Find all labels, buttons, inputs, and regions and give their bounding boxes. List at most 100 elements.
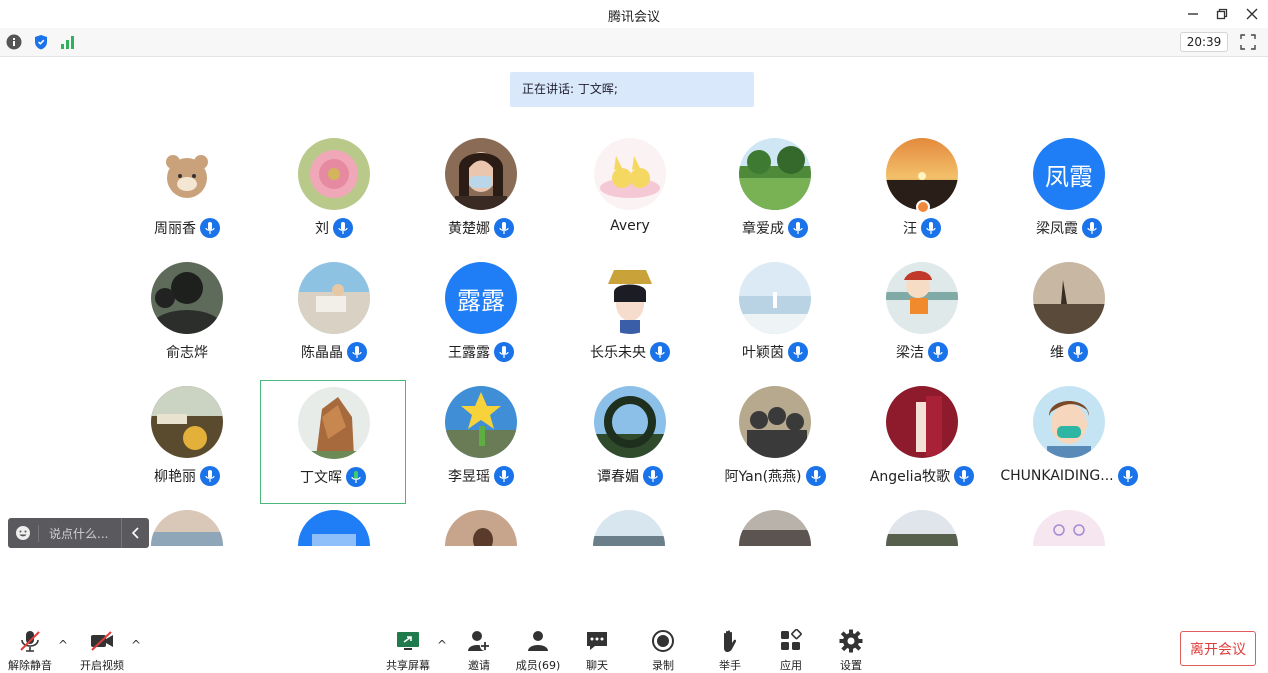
avatar-partial[interactable]	[886, 510, 958, 546]
avatar	[594, 262, 666, 334]
participant-name: 维	[1050, 345, 1064, 361]
record-button[interactable]: 录制	[633, 628, 693, 673]
video-options-chevron-icon[interactable]: ^	[131, 638, 141, 652]
invite-button[interactable]: 邀请	[449, 628, 509, 673]
chat-button[interactable]: 聊天	[567, 628, 627, 673]
microphone-active-icon[interactable]	[346, 467, 366, 487]
microphone-icon[interactable]	[347, 342, 367, 362]
emoji-button[interactable]	[8, 525, 38, 541]
participant-tile-active-speaker[interactable]: 丁文晖	[260, 380, 406, 504]
microphone-icon[interactable]	[1117, 466, 1138, 486]
avatar: 露露	[445, 262, 517, 334]
avatar-partial[interactable]	[151, 510, 223, 546]
participant-name: 柳艳丽	[154, 469, 196, 485]
participant-name: Angelia牧歌	[869, 469, 951, 485]
members-button[interactable]: 成员(69)	[508, 628, 568, 673]
fullscreen-button[interactable]	[1240, 34, 1256, 50]
avatar-partial[interactable]	[1033, 510, 1105, 546]
minimize-button[interactable]	[1183, 4, 1203, 24]
microphone-icon[interactable]	[805, 466, 826, 486]
microphone-icon[interactable]	[954, 466, 975, 486]
avatar: 凤霞	[1033, 138, 1105, 210]
participant-tile[interactable]: 梁洁	[849, 252, 995, 376]
participant-name: 王露露	[448, 345, 490, 361]
participant-name: 长乐未央	[590, 345, 646, 361]
participant-tile[interactable]: 凤霞 梁凤霞	[996, 128, 1142, 252]
participant-name: 梁凤霞	[1036, 221, 1078, 237]
share-screen-button[interactable]: 共享屏幕	[378, 628, 438, 673]
start-video-button[interactable]: 开启视频	[72, 628, 132, 673]
meeting-info-button[interactable]	[6, 34, 22, 50]
participant-tile[interactable]: CHUNKAIDING...	[996, 376, 1142, 500]
participant-tile[interactable]: 长乐未央	[557, 252, 703, 376]
participant-tile[interactable]: 陈晶晶	[261, 252, 407, 376]
microphone-icon[interactable]	[921, 218, 941, 238]
participant-name: 周丽香	[154, 221, 196, 237]
avatar	[151, 386, 223, 458]
participant-tile[interactable]: 周丽香	[114, 128, 260, 252]
participant-tile[interactable]: Avery	[557, 128, 703, 252]
microphone-muted-icon	[20, 631, 40, 652]
participant-tile[interactable]: 李昱瑶	[408, 376, 554, 500]
gear-icon	[839, 629, 863, 653]
collapse-chat-button[interactable]	[121, 518, 149, 548]
microphone-icon[interactable]	[650, 342, 670, 362]
participant-tile[interactable]: 柳艳丽	[114, 376, 260, 500]
microphone-icon[interactable]	[333, 218, 353, 238]
network-status-button[interactable]	[60, 34, 76, 50]
leave-meeting-button[interactable]: 离开会议	[1180, 631, 1256, 666]
participant-tile[interactable]: 阿Yan(燕燕)	[702, 376, 848, 500]
settings-button[interactable]: 设置	[821, 628, 881, 673]
participant-tile[interactable]: 叶颖茵	[702, 252, 848, 376]
restore-icon	[1216, 8, 1228, 20]
microphone-icon[interactable]	[200, 218, 220, 238]
avatar-partial[interactable]	[445, 510, 517, 546]
participant-tile[interactable]: Angelia牧歌	[849, 376, 995, 500]
microphone-icon[interactable]	[788, 218, 808, 238]
avatar	[886, 386, 958, 458]
close-button[interactable]	[1242, 4, 1262, 24]
microphone-icon[interactable]	[200, 466, 220, 486]
restore-button[interactable]	[1212, 4, 1232, 24]
participant-name: 黄楚娜	[448, 221, 490, 237]
security-button[interactable]	[33, 34, 49, 50]
participant-tile[interactable]: 露露 王露露	[408, 252, 554, 376]
chevron-left-icon	[131, 527, 139, 539]
meeting-info-bar: 20:39	[0, 28, 1268, 57]
avatar	[739, 262, 811, 334]
share-screen-icon	[397, 632, 419, 650]
raise-hand-button[interactable]: 举手	[700, 628, 760, 673]
microphone-icon[interactable]	[494, 466, 514, 486]
participant-name: 叶颖茵	[742, 345, 784, 361]
participant-tile[interactable]: 汪	[849, 128, 995, 252]
participant-tile[interactable]: 维	[996, 252, 1142, 376]
participant-tile[interactable]: 俞志烨	[114, 252, 260, 376]
microphone-icon[interactable]	[494, 218, 514, 238]
microphone-icon[interactable]	[1068, 342, 1088, 362]
avatar	[151, 262, 223, 334]
participant-tile[interactable]: 黄楚娜	[408, 128, 554, 252]
share-options-chevron-icon[interactable]: ^	[437, 638, 447, 652]
avatar-partial[interactable]	[593, 510, 665, 546]
microphone-icon[interactable]	[788, 342, 808, 362]
microphone-icon[interactable]	[1082, 218, 1102, 238]
avatar-partial[interactable]	[739, 510, 811, 546]
apps-icon	[781, 629, 802, 650]
participant-name: 汪	[903, 221, 917, 237]
participant-tile[interactable]: 刘	[261, 128, 407, 252]
avatar	[445, 138, 517, 210]
chat-input-placeholder[interactable]: 说点什么...	[38, 524, 121, 542]
chat-quick-input[interactable]: 说点什么...	[8, 518, 149, 548]
microphone-icon[interactable]	[643, 466, 663, 486]
microphone-icon[interactable]	[928, 342, 948, 362]
participant-tile[interactable]: 谭春媚	[557, 376, 703, 500]
microphone-icon[interactable]	[494, 342, 514, 362]
avatar-partial[interactable]	[298, 510, 370, 546]
add-user-icon	[468, 631, 490, 651]
apps-button[interactable]: 应用	[761, 628, 821, 673]
audio-options-chevron-icon[interactable]: ^	[58, 638, 68, 652]
participant-name: 李昱瑶	[448, 469, 490, 485]
participant-name: 丁文晖	[300, 470, 342, 486]
participant-tile[interactable]: 章爱成	[702, 128, 848, 252]
unmute-button[interactable]: 解除静音	[0, 628, 60, 673]
